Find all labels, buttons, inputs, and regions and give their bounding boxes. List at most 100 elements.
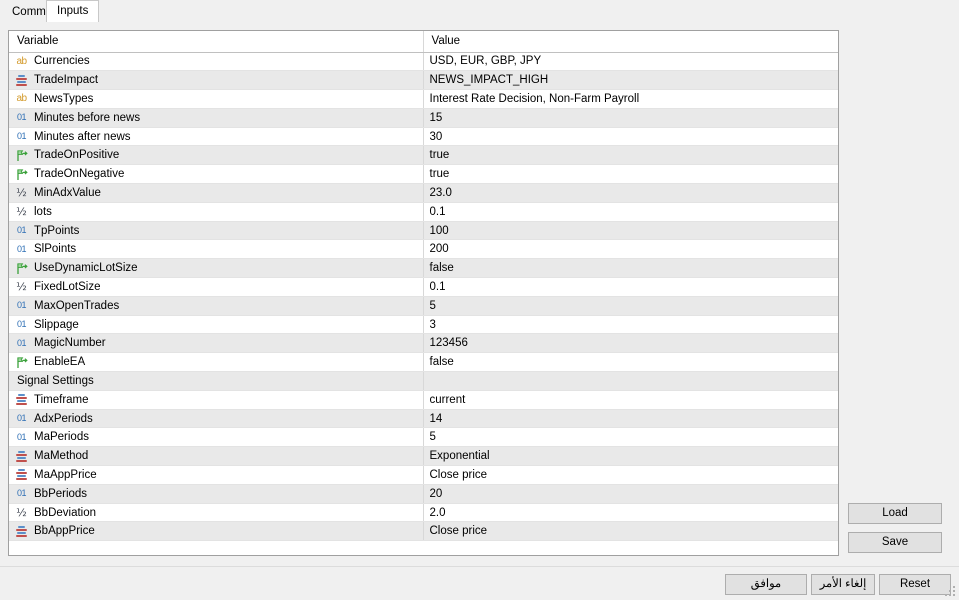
variable-cell: UseDynamicLotSize (9, 258, 423, 279)
value-cell[interactable]: 0.1 (422, 277, 838, 297)
parameters-table: Variable Value ab Currencies USD, EUR, GBP… (9, 31, 838, 542)
value-cell[interactable]: 30 (422, 127, 838, 147)
integer-icon: 01 (16, 225, 27, 236)
variable-label: AdxPeriods (34, 412, 93, 425)
bool-icon (15, 149, 28, 162)
tab-inputs[interactable]: Inputs (46, 0, 100, 23)
save-button[interactable]: Save (848, 532, 942, 553)
variable-label: TradeOnPositive (34, 149, 120, 162)
value-cell[interactable]: true (422, 145, 838, 166)
table-row[interactable]: 01 MagicNumber 123456 (9, 333, 838, 354)
cancel-button[interactable]: إلغاء الأمر (811, 574, 875, 595)
table-row[interactable]: ½ BbDeviation 2.0 (9, 503, 838, 523)
table-row[interactable]: EnableEA false (9, 352, 838, 373)
enum-icon (15, 468, 28, 481)
value-cell[interactable]: 15 (422, 108, 838, 128)
table-row[interactable]: MaAppPrice Close price (9, 465, 838, 485)
inputs-grid[interactable]: Variable Value ab Currencies USD, EUR, GBP… (8, 30, 839, 556)
table-row[interactable]: ab NewsTypes Interest Rate Decision, Non-F… (9, 89, 838, 109)
value-cell[interactable]: 3 (422, 315, 838, 335)
table-row[interactable]: ½ lots 0.1 (9, 202, 838, 222)
table-row[interactable]: ½ FixedLotSize 0.1 (9, 277, 838, 297)
value-cell[interactable]: 0.1 (422, 202, 838, 222)
table-row[interactable]: MaMethod Exponential (9, 446, 838, 467)
value-cell[interactable]: true (422, 164, 838, 185)
value-cell[interactable]: 23.0 (422, 183, 838, 203)
table-row[interactable]: 01 Minutes after news 30 (9, 127, 838, 147)
variable-label: lots (34, 205, 52, 218)
value-cell[interactable]: false (422, 258, 838, 279)
section-value-cell (422, 371, 838, 391)
load-button[interactable]: Load (848, 503, 942, 524)
table-row[interactable]: BbAppPrice Close price (9, 521, 838, 542)
value-cell[interactable]: 5 (422, 296, 838, 316)
integer-icon: 01 (16, 488, 27, 499)
table-row[interactable]: 01 MaPeriods 5 (9, 427, 838, 448)
variable-cell: TradeOnNegative (9, 164, 423, 185)
table-row[interactable]: Timeframe current (9, 390, 838, 410)
variable-cell: Timeframe (9, 390, 423, 410)
value-cell[interactable]: 2.0 (422, 503, 838, 523)
table-row[interactable]: 01 Slippage 3 (9, 315, 838, 335)
variable-cell: ab NewsTypes (9, 89, 423, 109)
variable-cell: EnableEA (9, 352, 423, 373)
table-row[interactable]: 01 MaxOpenTrades 5 (9, 296, 838, 316)
value-cell[interactable]: Close price (422, 465, 838, 485)
variable-label: Timeframe (34, 393, 89, 406)
table-row[interactable]: 01 SlPoints 200 (9, 239, 838, 260)
value-cell[interactable]: 5 (422, 427, 838, 448)
variable-label: SlPoints (34, 243, 77, 256)
variable-label: Minutes before news (34, 111, 141, 124)
variable-cell: 01 Minutes before news (9, 108, 423, 128)
bool-icon (15, 168, 28, 181)
value-cell[interactable]: Exponential (422, 446, 838, 467)
string-icon: ab (16, 55, 27, 67)
table-row[interactable]: 01 BbPeriods 20 (9, 484, 838, 504)
ok-button[interactable]: موافق (725, 574, 807, 595)
variable-cell: 01 AdxPeriods (9, 409, 423, 429)
resize-grip-icon[interactable] (945, 586, 957, 598)
value-cell[interactable]: 200 (422, 239, 838, 260)
variable-cell: 01 TpPoints (9, 221, 423, 241)
table-row[interactable]: 01 TpPoints 100 (9, 221, 838, 241)
table-section-row[interactable]: Signal Settings (9, 371, 838, 391)
bool-icon (15, 356, 28, 369)
variable-cell: TradeOnPositive (9, 145, 423, 166)
variable-label: TpPoints (34, 224, 80, 237)
value-cell[interactable]: 20 (422, 484, 838, 504)
variable-cell: ½ BbDeviation (9, 503, 423, 523)
variable-label: UseDynamicLotSize (34, 262, 138, 275)
variable-label: TradeOnNegative (34, 168, 125, 181)
table-row[interactable]: ab Currencies USD, EUR, GBP, JPY (9, 52, 838, 72)
table-row[interactable]: TradeImpact NEWS_IMPACT_HIGH (9, 70, 838, 91)
integer-icon: 01 (16, 300, 27, 311)
variable-cell: ½ lots (9, 202, 423, 222)
table-row[interactable]: 01 AdxPeriods 14 (9, 409, 838, 429)
value-cell[interactable]: USD, EUR, GBP, JPY (422, 52, 838, 72)
table-row[interactable]: TradeOnPositive true (9, 145, 838, 166)
value-cell[interactable]: current (422, 390, 838, 410)
variable-cell: 01 Minutes after news (9, 127, 423, 147)
table-row[interactable]: UseDynamicLotSize false (9, 258, 838, 279)
value-cell[interactable]: false (422, 352, 838, 373)
variable-label: BbPeriods (34, 487, 88, 500)
section-label: Signal Settings (9, 371, 423, 391)
variable-cell: MaAppPrice (9, 465, 423, 485)
bool-icon (15, 262, 28, 275)
reset-button[interactable]: Reset (879, 574, 951, 595)
column-header-value: Value (422, 31, 838, 53)
value-cell[interactable]: Interest Rate Decision, Non-Farm Payroll (422, 89, 838, 109)
table-row[interactable]: 01 Minutes before news 15 (9, 108, 838, 128)
tab-strip: Common Inputs (0, 0, 959, 23)
double-icon: ½ (16, 205, 27, 219)
value-cell[interactable]: 14 (422, 409, 838, 429)
variable-label: Minutes after news (34, 130, 131, 143)
value-cell[interactable]: NEWS_IMPACT_HIGH (422, 70, 838, 91)
table-row[interactable]: TradeOnNegative true (9, 164, 838, 185)
value-cell[interactable]: Close price (422, 521, 838, 542)
variable-label: BbDeviation (34, 506, 97, 519)
value-cell[interactable]: 123456 (422, 333, 838, 354)
tab-underline (0, 22, 959, 23)
value-cell[interactable]: 100 (422, 221, 838, 241)
table-row[interactable]: ½ MinAdxValue 23.0 (9, 183, 838, 203)
